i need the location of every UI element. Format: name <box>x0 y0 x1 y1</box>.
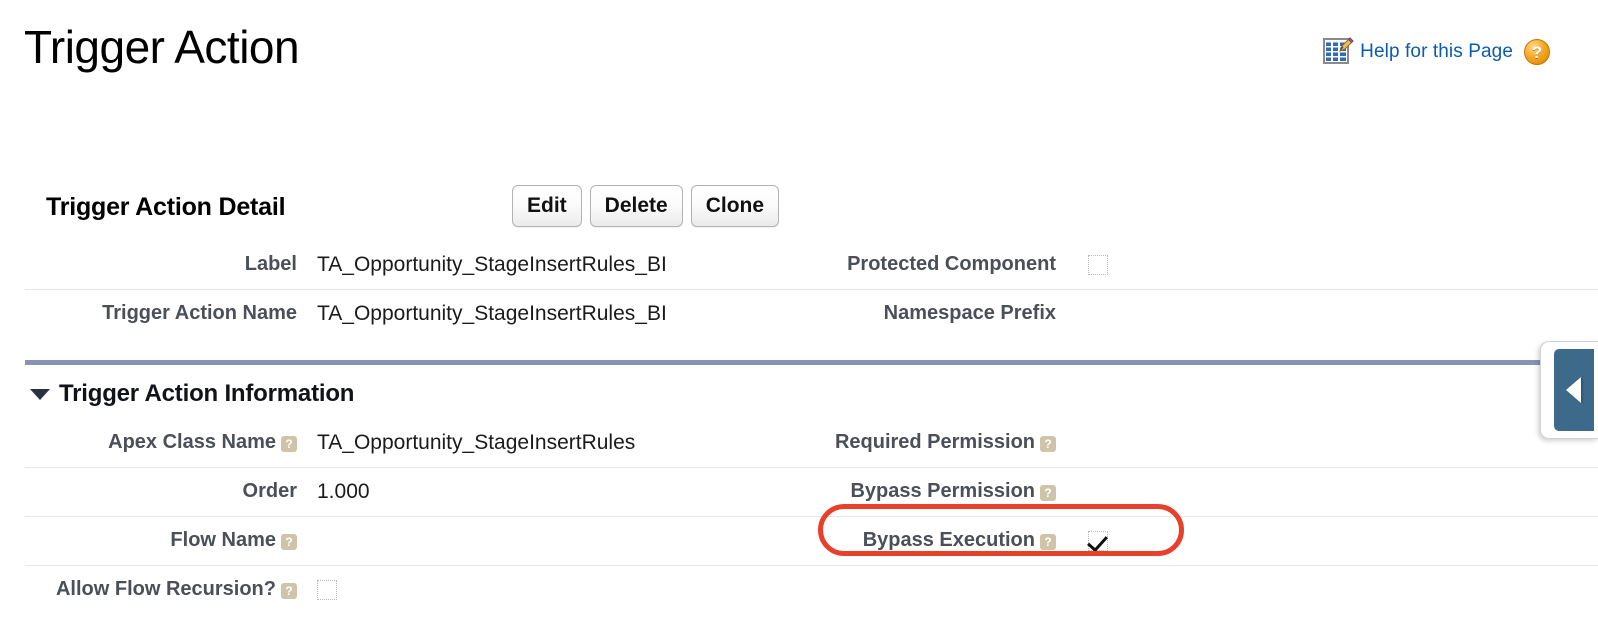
table-row: Trigger Action Name TA_Opportunity_Stage… <box>0 289 1598 338</box>
field-value-namespace-prefix <box>1088 289 1488 338</box>
help-info-icon[interactable]: ? <box>281 435 297 452</box>
section-title: Trigger Action Information <box>59 380 355 407</box>
help-question-icon[interactable]: ? <box>1524 39 1550 65</box>
information-field-rows: Apex Class Name ? TA_Opportunity_StageIn… <box>0 418 1598 614</box>
field-value-allow-flow-recursion <box>317 565 787 614</box>
field-value-trigger-action-name: TA_Opportunity_StageInsertRules_BI <box>317 301 667 325</box>
help-for-this-page[interactable]: Help for this Page ? <box>1323 32 1550 72</box>
field-value-apex-class-name: TA_Opportunity_StageInsertRules <box>317 430 636 454</box>
table-row: Order 1.000 Bypass Permission ? <box>0 467 1598 516</box>
field-label-trigger-action-name: Trigger Action Name <box>0 289 297 338</box>
field-label-text: Bypass Permission <box>850 480 1035 502</box>
field-value-label: TA_Opportunity_StageInsertRules_BI <box>317 252 667 276</box>
pencil-icon <box>1339 37 1354 52</box>
field-label-text: Label <box>244 253 297 275</box>
table-row: Label TA_Opportunity_StageInsertRules_BI… <box>0 240 1598 289</box>
sidebar-collapse-tab[interactable] <box>1540 341 1598 439</box>
bypass-execution-checkbox[interactable] <box>1088 530 1108 551</box>
field-label-flow-name: Flow Name ? <box>0 516 297 565</box>
detail-section-title: Trigger Action Detail <box>46 192 286 221</box>
page-edit-icon <box>1323 37 1354 66</box>
field-label-text: Order <box>242 480 297 502</box>
section-divider-bar <box>25 360 1598 365</box>
field-label-label: Label <box>0 240 297 289</box>
help-info-icon[interactable]: ? <box>1040 484 1056 501</box>
field-label-bypass-execution: Bypass Execution ? <box>740 516 1056 565</box>
field-label-text: Protected Component <box>847 253 1056 275</box>
field-label-apex-class-name: Apex Class Name ? <box>0 418 297 467</box>
field-label-text: Trigger Action Name <box>102 302 297 324</box>
field-label-protected-component: Protected Component <box>740 240 1056 289</box>
field-value-protected-component <box>1088 240 1488 289</box>
field-label-bypass-permission: Bypass Permission ? <box>740 467 1056 516</box>
field-label-order: Order <box>0 467 297 516</box>
table-row: Allow Flow Recursion? ? <box>0 565 1598 614</box>
field-value-bypass-execution <box>1088 516 1488 565</box>
field-rows: Label TA_Opportunity_StageInsertRules_BI… <box>0 240 1598 338</box>
field-label-text: Bypass Execution <box>862 529 1035 551</box>
field-label-text: Allow Flow Recursion? <box>55 578 276 600</box>
field-value-order: 1.000 <box>317 479 370 503</box>
field-value-flow-name <box>317 516 787 565</box>
field-label-namespace-prefix: Namespace Prefix <box>740 289 1056 338</box>
field-value-required-permission <box>1088 418 1488 467</box>
field-label-allow-flow-recursion: Allow Flow Recursion? ? <box>0 565 297 614</box>
table-row: Apex Class Name ? TA_Opportunity_StageIn… <box>0 418 1598 467</box>
clone-button[interactable]: Clone <box>690 185 780 227</box>
sidebar-collapse-tab-inner <box>1553 349 1594 431</box>
help-info-icon[interactable]: ? <box>281 582 297 599</box>
field-label-text: Flow Name <box>170 529 276 551</box>
allow-flow-recursion-checkbox[interactable] <box>317 579 337 600</box>
trigger-action-page: Trigger Action Help for this Page ? Trig… <box>0 0 1598 644</box>
delete-button[interactable]: Delete <box>589 185 683 227</box>
table-row: Flow Name ? Bypass Execution ? <box>0 516 1598 565</box>
detail-section-header: Trigger Action Detail <box>46 186 286 228</box>
field-label-text: Namespace Prefix <box>883 302 1056 324</box>
help-info-icon[interactable]: ? <box>1040 533 1056 550</box>
field-label-required-permission: Required Permission ? <box>740 418 1056 467</box>
field-value-bypass-permission <box>1088 467 1488 516</box>
detail-action-buttons: Edit Delete Clone <box>512 185 780 227</box>
help-info-icon[interactable]: ? <box>1040 435 1056 452</box>
trigger-action-information-header[interactable]: Trigger Action Information <box>30 376 354 412</box>
triangle-down-icon[interactable] <box>30 388 50 400</box>
field-label-text: Required Permission <box>834 431 1035 453</box>
page-title: Trigger Action <box>24 21 300 73</box>
chevron-left-icon <box>1566 377 1581 403</box>
help-link[interactable]: Help for this Page <box>1360 41 1513 63</box>
edit-button[interactable]: Edit <box>512 185 582 227</box>
help-info-icon[interactable]: ? <box>281 533 297 550</box>
field-label-text: Apex Class Name <box>108 431 276 453</box>
protected-component-checkbox[interactable] <box>1088 254 1108 275</box>
